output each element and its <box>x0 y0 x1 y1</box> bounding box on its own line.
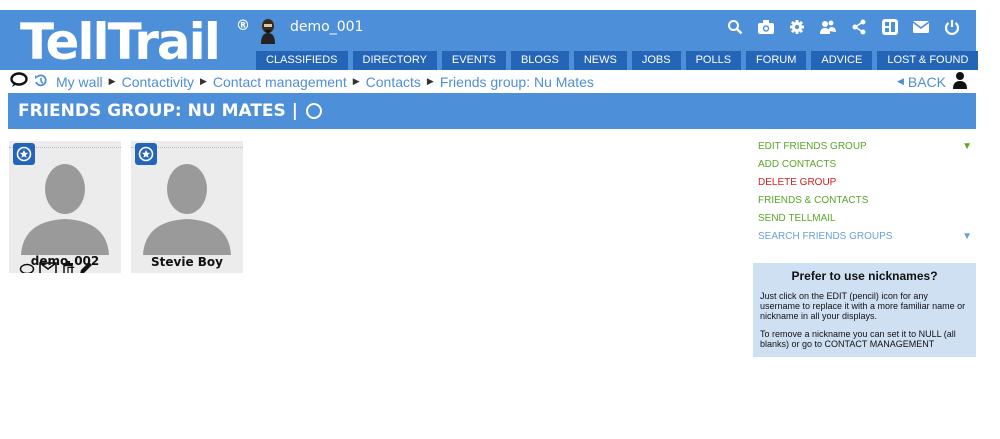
search-icon[interactable] <box>725 17 745 37</box>
mail-icon[interactable] <box>39 260 57 273</box>
breadcrumb-separator-icon: ▶ <box>108 77 116 87</box>
contact-card[interactable]: demo_002 <box>9 141 121 273</box>
back-link[interactable]: BACK <box>908 74 946 90</box>
send-tellmail-link[interactable]: SEND TELLMAIL <box>758 213 978 231</box>
header-icon-bar <box>725 17 962 37</box>
nav-tab-classifieds[interactable]: CLASSIFIEDS <box>256 51 348 70</box>
contact-card[interactable]: Stevie Boy <box>131 141 243 273</box>
nickname-info-box: Prefer to use nicknames? Just click on t… <box>753 263 976 357</box>
nav-tab-blogs[interactable]: BLOGS <box>510 51 569 70</box>
breadcrumb-contacts[interactable]: Contacts <box>366 74 421 90</box>
breadcrumb-my-wall[interactable]: My wall <box>56 74 103 90</box>
breadcrumb-separator-icon: ▶ <box>199 77 207 87</box>
user-avatar-icon[interactable] <box>258 18 278 44</box>
chevron-down-icon[interactable]: ▼ <box>962 231 972 243</box>
nav-tab-directory[interactable]: DIRECTORY <box>352 51 437 70</box>
chat-bubble-icon[interactable] <box>10 72 28 92</box>
add-contacts-link[interactable]: ADD CONTACTS <box>758 159 978 177</box>
person-icon[interactable] <box>952 71 968 93</box>
nav-tab-news[interactable]: NEWS <box>573 51 627 70</box>
nav-tab-events[interactable]: EVENTS <box>441 51 506 70</box>
card-actions <box>19 260 93 273</box>
avatar <box>21 155 109 259</box>
share-icon[interactable] <box>849 17 869 37</box>
camera-icon[interactable] <box>756 17 776 37</box>
delete-group-link[interactable]: DELETE GROUP <box>758 177 978 195</box>
breadcrumb-separator-icon: ▶ <box>352 77 360 87</box>
info-paragraph: To remove a nickname you can set it to N… <box>760 329 956 349</box>
info-paragraph: Just click on the EDIT (pencil) icon for… <box>760 291 966 321</box>
main-nav: CLASSIFIEDS DIRECTORY EVENTS BLOGS NEWS … <box>256 51 979 70</box>
breadcrumb-contactivity[interactable]: Contactivity <box>122 74 194 90</box>
chat-icon[interactable] <box>19 260 35 273</box>
site-logo[interactable]: TellTrail <box>20 14 221 70</box>
breadcrumb-contact-management[interactable]: Contact management <box>213 74 347 90</box>
page-title: FRIENDS GROUP: NU MATES | <box>18 101 298 121</box>
search-friends-groups-link[interactable]: SEARCH FRIENDS GROUPS ▼ <box>758 231 978 249</box>
breadcrumb-current: Friends group: Nu Mates <box>439 74 594 90</box>
username-label[interactable]: demo_001 <box>290 19 363 35</box>
page-title-bar: FRIENDS GROUP: NU MATES | <box>8 93 976 129</box>
contact-name[interactable]: Stevie Boy <box>131 255 243 269</box>
nav-tab-lost-found[interactable]: LOST & FOUND <box>877 51 979 70</box>
chevron-down-icon[interactable]: ▼ <box>962 141 972 153</box>
nav-tab-jobs[interactable]: JOBS <box>631 51 681 70</box>
trash-icon[interactable] <box>61 260 75 273</box>
nav-tab-polls[interactable]: POLLS <box>685 51 742 70</box>
edit-friends-group-link[interactable]: EDIT FRIENDS GROUP ▼ <box>758 141 978 159</box>
history-icon[interactable] <box>34 73 48 92</box>
back-arrow-icon[interactable]: ◀ <box>897 77 904 87</box>
pencil-edit-icon[interactable] <box>79 260 93 273</box>
registered-mark: ® <box>236 18 250 34</box>
action-menu: EDIT FRIENDS GROUP ▼ ADD CONTACTS DELETE… <box>758 141 978 249</box>
profile-card-icon[interactable] <box>880 17 900 37</box>
site-header: TellTrail ® demo_001 CLASSIFIEDS DIRECTO… <box>0 10 979 70</box>
breadcrumb: My wall ▶ Contactivity ▶ Contact managem… <box>0 70 976 93</box>
avatar <box>143 155 231 259</box>
power-icon[interactable] <box>942 17 962 37</box>
breadcrumb-separator-icon: ▶ <box>426 77 434 87</box>
mail-icon[interactable] <box>911 17 931 37</box>
friends-contacts-link[interactable]: FRIENDS & CONTACTS <box>758 195 978 213</box>
nav-tab-advice[interactable]: ADVICE <box>811 51 873 70</box>
gear-icon[interactable] <box>787 17 807 37</box>
nav-tab-forum[interactable]: FORUM <box>746 51 807 70</box>
users-icon[interactable] <box>818 17 838 37</box>
circle-icon[interactable] <box>305 103 322 119</box>
info-title: Prefer to use nicknames? <box>791 269 938 283</box>
